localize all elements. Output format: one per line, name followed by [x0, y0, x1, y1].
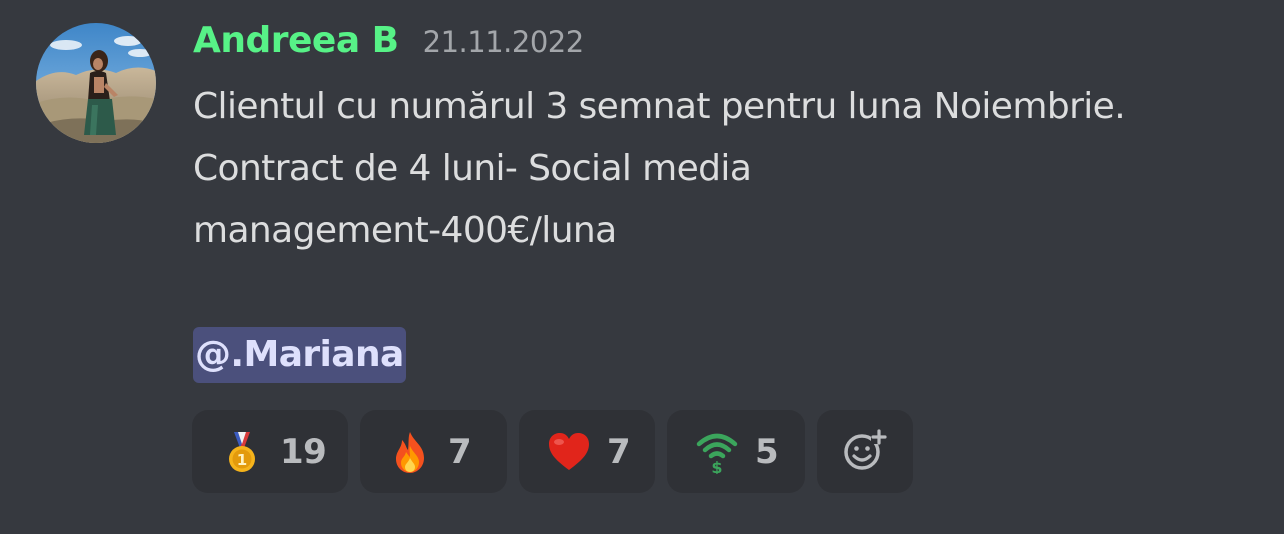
reaction-count: 7	[448, 431, 472, 472]
timestamp[interactable]: 21.11.2022	[423, 25, 585, 59]
reaction-heart[interactable]: 7	[519, 410, 655, 493]
message-line: Clientul cu numărul 3 semnat pentru luna…	[193, 86, 1126, 127]
reaction-fire[interactable]: 7	[360, 410, 507, 493]
message-header: Andreea B 21.11.2022	[193, 20, 1273, 72]
message-line: management-400€/luna	[193, 210, 617, 251]
reaction-medal[interactable]: 1 19	[192, 410, 348, 493]
chat-message: Andreea B 21.11.2022 Clientul cu numărul…	[0, 0, 1284, 534]
reaction-count: 7	[607, 431, 631, 472]
avatar-image	[36, 23, 156, 143]
message-body: Clientul cu numărul 3 semnat pentru luna…	[193, 76, 1273, 386]
wifi-dollar-icon: $	[695, 430, 739, 474]
message-line: Contract de 4 luni- Social media	[193, 148, 752, 189]
svg-text:$: $	[711, 458, 722, 474]
username[interactable]: Andreea B	[193, 20, 399, 61]
fire-icon	[388, 430, 432, 474]
reaction-count: 5	[755, 431, 779, 472]
avatar[interactable]	[36, 23, 156, 143]
reaction-wifi-dollar[interactable]: $ 5	[667, 410, 805, 493]
heart-icon	[547, 430, 591, 474]
mention-line: @.Mariana	[193, 324, 1273, 386]
reaction-count: 19	[280, 431, 327, 472]
medal-icon: 1	[220, 430, 264, 474]
svg-text:1: 1	[237, 451, 247, 469]
user-mention[interactable]: @.Mariana	[193, 327, 406, 383]
add-emoji-icon	[843, 428, 887, 476]
message-content: Andreea B 21.11.2022 Clientul cu numărul…	[193, 20, 1273, 386]
reactions-bar: 1 19 7 7 $ 5	[192, 410, 913, 493]
add-reaction-button[interactable]	[817, 410, 913, 493]
